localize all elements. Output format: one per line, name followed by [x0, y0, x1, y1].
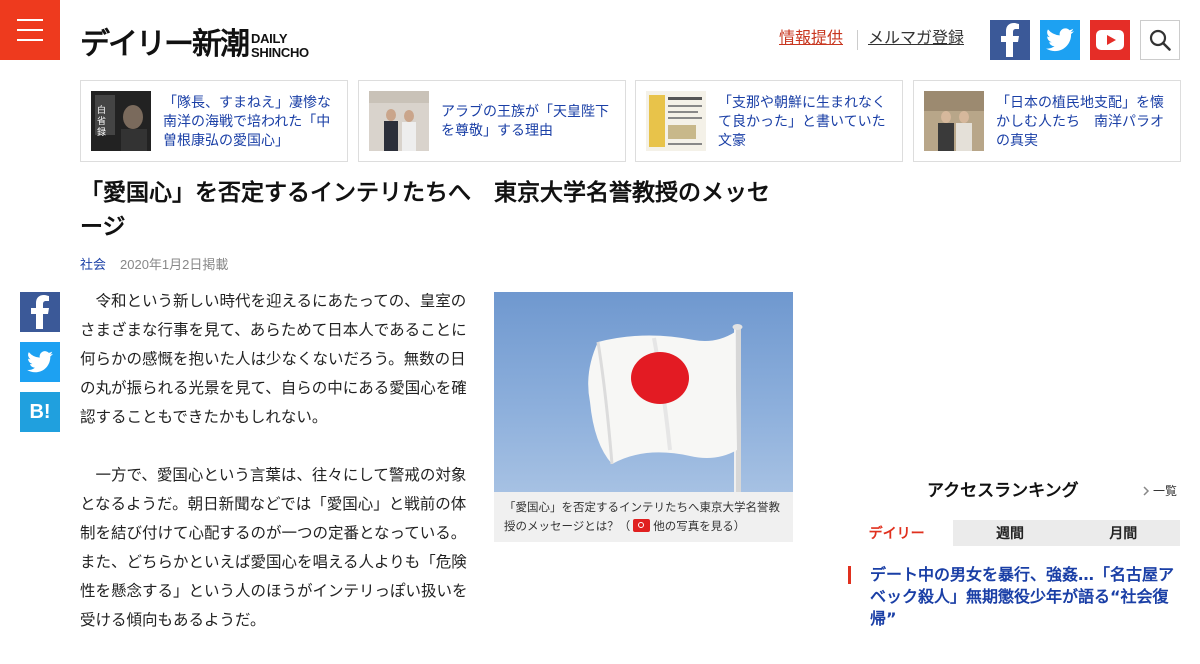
twitter-icon	[27, 351, 53, 373]
tab-weekly[interactable]: 週間	[953, 520, 1067, 546]
ranking-item-1[interactable]: デート中の男女を暴行、強姦…「名古屋アベック殺人」無期懲役少年が語る“社会復帰”	[870, 564, 1180, 630]
ranking-title: アクセスランキング	[927, 481, 1079, 501]
logo-english: DAILY SHINCHO	[251, 31, 309, 60]
article-photo[interactable]: 「愛国心」を否定するインテリたちへ東京大学名誉教授のメッセージとは？（ 他の写真を…	[494, 292, 793, 542]
tab-daily[interactable]: デイリー	[840, 520, 954, 546]
twitter-link[interactable]	[1040, 20, 1080, 60]
header-divider	[857, 30, 858, 50]
related-article-card[interactable]: 「日本の植民地支配」を懐かしむ人たち 南洋パラオの真実	[913, 80, 1181, 162]
facebook-icon	[31, 295, 49, 329]
chevron-right-icon	[1143, 486, 1150, 496]
twitter-icon	[1046, 28, 1074, 52]
menu-button[interactable]	[0, 0, 60, 60]
hamburger-icon	[17, 39, 43, 41]
related-article-title: アラブの王族が「天皇陛下を尊敬」する理由	[441, 103, 609, 138]
share-hatena-button[interactable]: B!	[20, 392, 60, 432]
hatena-bookmark-icon: B!	[29, 400, 51, 423]
youtube-icon	[1096, 30, 1124, 50]
more-photos-link[interactable]: 他の写真を見る	[653, 521, 734, 533]
info-submit-link[interactable]: 情報提供	[779, 29, 843, 49]
related-article-title: 「隊長、すまねえ」凄惨な南洋の海戦で培われた「中曽根康弘の愛国心」	[163, 93, 331, 148]
ranking-tabs: デイリー 週間 月間	[840, 520, 1180, 546]
svg-text:省: 省	[97, 115, 106, 127]
article-title: 「愛国心」を否定するインテリたちへ 東京大学名誉教授のメッセージ	[80, 180, 770, 240]
related-article-title: 「日本の植民地支配」を懐かしむ人たち 南洋パラオの真実	[996, 93, 1164, 148]
hamburger-icon	[17, 19, 43, 21]
related-article-card[interactable]: 「支那や朝鮮に生まれなくて良かった」と書いていた文豪	[635, 80, 903, 162]
tab-monthly[interactable]: 月間	[1066, 520, 1180, 546]
share-twitter-button[interactable]	[20, 342, 60, 382]
magazine-thumbnail	[646, 91, 706, 151]
search-icon	[1149, 29, 1171, 51]
svg-text:録: 録	[97, 126, 106, 138]
ranking-marker	[848, 566, 851, 584]
photo-caption: 「愛国心」を否定するインテリたちへ東京大学名誉教授のメッセージとは？（ 他の写真を…	[504, 502, 780, 533]
article-meta: 社会 2020年1月2日掲載	[80, 256, 228, 274]
flag-photo	[494, 292, 793, 492]
ranking-list-link[interactable]: 一覧	[1142, 483, 1177, 499]
camera-icon[interactable]	[633, 519, 651, 532]
svg-text:白: 白	[97, 104, 106, 116]
publish-date: 2020年1月2日掲載	[120, 257, 229, 272]
article-body: 令和という新しい時代を迎えるにあたっての、皇室のさまざまな行事を見て、あらためて…	[80, 287, 468, 664]
photo-thumbnail	[369, 91, 429, 151]
article-paragraph: 令和という新しい時代を迎えるにあたっての、皇室のさまざまな行事を見て、あらためて…	[80, 292, 467, 426]
related-article-title: 「支那や朝鮮に生まれなくて良かった」と書いていた文豪	[718, 93, 886, 148]
youtube-link[interactable]	[1090, 20, 1130, 60]
category-link[interactable]: 社会	[80, 257, 106, 272]
facebook-link[interactable]	[990, 20, 1030, 60]
photo-thumbnail	[924, 91, 984, 151]
book-cover-thumbnail: 白省録	[91, 91, 151, 151]
site-logo[interactable]: デイリー新潮 DAILY SHINCHO	[80, 14, 309, 60]
related-article-card[interactable]: 白省録 「隊長、すまねえ」凄惨な南洋の海戦で培われた「中曽根康弘の愛国心」	[80, 80, 348, 162]
article-paragraph: 一方で、愛国心という言葉は、往々にして警戒の対象となるようだ。朝日新聞などでは「…	[80, 466, 468, 629]
search-button[interactable]	[1140, 20, 1180, 60]
facebook-icon	[1001, 23, 1019, 57]
newsletter-signup-link[interactable]: メルマガ登録	[868, 29, 964, 49]
hamburger-icon	[17, 29, 43, 31]
share-facebook-button[interactable]	[20, 292, 60, 332]
related-article-card[interactable]: アラブの王族が「天皇陛下を尊敬」する理由	[358, 80, 626, 162]
logo-japanese: デイリー新潮	[80, 27, 250, 62]
